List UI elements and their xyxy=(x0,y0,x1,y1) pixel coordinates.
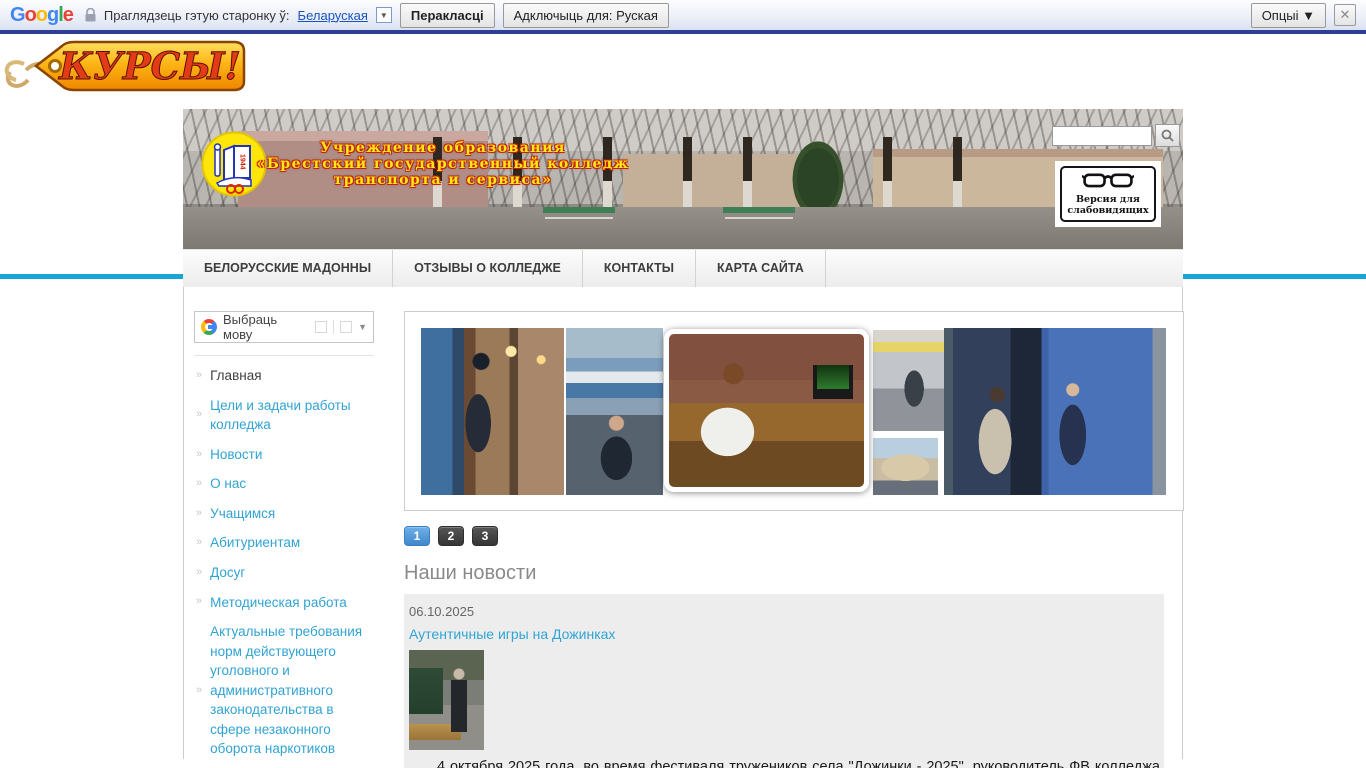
news-item: 06.10.2025 Аутентичные игры на Дожинках … xyxy=(404,594,1164,768)
main-navigation: БЕЛОРУССКИЕ МАДОННЫ ОТЗЫВЫ О КОЛЛЕДЖЕ КО… xyxy=(183,249,1183,287)
tree-trunk xyxy=(743,137,752,217)
bullet-icon: » xyxy=(196,408,203,421)
college-title: Учреждение образования «Брестский госуда… xyxy=(223,140,663,188)
search-button[interactable] xyxy=(1155,124,1180,147)
language-selector-box1 xyxy=(315,321,328,333)
sidebar-item-label: Методическая работа xyxy=(210,594,347,610)
sidebar-item-label: Актуальные требования норм действующего … xyxy=(210,624,363,757)
low-vision-button[interactable]: Версия для слабовидящих xyxy=(1055,161,1161,227)
bullet-icon: » xyxy=(196,595,203,608)
bullet-icon: » xyxy=(196,368,203,381)
bullet-icon: » xyxy=(196,506,203,519)
main-column: 1 2 3 Наши новости 06.10.2025 Аутентичны… xyxy=(404,311,1184,768)
translate-bar-right: Опцыі ▼ ✕ xyxy=(1250,2,1356,28)
college-title-line2: «Брестский государственный колледж xyxy=(256,156,630,172)
sidebar-item-label: О нас xyxy=(210,476,247,492)
header-photo: 1944 Учреждение образования «Брестский г… xyxy=(183,109,1183,249)
translate-bar-left: Google Праглядзець гэтую старонку ў: Бел… xyxy=(10,2,669,28)
bench xyxy=(543,207,615,213)
svg-text:КУРСЫ!: КУРСЫ! xyxy=(58,44,241,88)
sidebar-item-novosti[interactable]: » Новости xyxy=(194,440,374,470)
sidebar-item-celi-i-zadachi[interactable]: » Цели и задачи работы колледжа xyxy=(194,391,374,440)
page-button-1[interactable]: 1 xyxy=(404,526,430,546)
news-thumbnail[interactable] xyxy=(409,650,484,750)
nav-item-belorusskie-madonny[interactable]: БЕЛОРУССКИЕ МАДОННЫ xyxy=(183,250,394,287)
carousel-photo-station-building[interactable] xyxy=(873,438,938,495)
sidebar-item-label: Главная xyxy=(210,368,262,383)
carousel-photo-conductor-checking-tickets[interactable] xyxy=(944,328,1166,495)
sidebar-item-label: Учащимся xyxy=(210,505,276,521)
sidebar-item-ideologiya[interactable]: »Идеология и воспитание xyxy=(194,764,374,768)
sidebar-item-dosug[interactable]: » Досуг xyxy=(194,558,374,588)
sidebar-item-label: Цели и задачи работы колледжа xyxy=(210,397,351,433)
tree-trunk xyxy=(683,137,692,217)
low-vision-frame: Версия для слабовидящих xyxy=(1060,166,1156,222)
search-icon xyxy=(1161,129,1174,142)
close-translate-bar-button[interactable]: ✕ xyxy=(1334,4,1356,26)
photo-collage xyxy=(421,328,1167,495)
carousel-pagination: 1 2 3 xyxy=(404,526,1184,546)
low-vision-label-line1: Версия для xyxy=(1076,194,1140,205)
logo-band: КУРСЫ! xyxy=(0,34,1366,109)
college-title-line3: транспорта и сервиса» xyxy=(333,172,553,188)
glasses-icon xyxy=(1081,173,1135,188)
sidebar-item-o-nas[interactable]: » О нас xyxy=(194,469,374,499)
language-dropdown[interactable]: ▼ xyxy=(375,7,392,23)
carousel-photo-conductor-in-train-car[interactable] xyxy=(421,328,564,495)
nav-band: БЕЛОРУССКИЕ МАДОННЫ ОТЗЫВЫ О КОЛЛЕДЖЕ КО… xyxy=(0,249,1366,287)
language-link[interactable]: Беларуская xyxy=(298,8,368,23)
google-g-icon xyxy=(201,319,217,335)
news-heading: Наши новости xyxy=(404,562,537,584)
kursy-tag-logo[interactable]: КУРСЫ! xyxy=(0,34,252,98)
sidebar-item-label: Новости xyxy=(210,446,263,462)
low-vision-label-line2: слабовидящих xyxy=(1067,205,1149,216)
translate-message: Праглядзець гэтую старонку ў: xyxy=(103,7,290,23)
content: Выбраць мову ▼ » Главная » Цели и задачи р… xyxy=(183,287,1184,768)
options-button[interactable]: Опцыі ▼ xyxy=(1250,2,1326,28)
bench xyxy=(723,207,795,213)
google-translate-bar: Google Праглядзець гэтую старонку ў: Бел… xyxy=(0,0,1366,34)
tree-trunk xyxy=(953,137,962,217)
sidebar-item-uchashchimsya[interactable]: » Учащимся xyxy=(194,499,374,529)
tree-trunk xyxy=(883,137,892,217)
search-input[interactable] xyxy=(1052,126,1152,146)
photo-carousel xyxy=(404,311,1184,511)
masthead-wrap: 1944 Учреждение образования «Брестский г… xyxy=(183,109,1183,249)
sidebar-item-abiturientam[interactable]: » Абитуриентам xyxy=(194,528,374,558)
nav-item-kontakty[interactable]: КОНТАКТЫ xyxy=(583,250,696,287)
bullet-icon: » xyxy=(196,447,203,460)
disable-translate-button[interactable]: Адключыць для: Руская xyxy=(502,2,669,28)
language-selector-label: Выбраць мову xyxy=(223,312,278,342)
language-selector-divider xyxy=(333,320,335,334)
nav-filler xyxy=(826,250,1183,287)
carousel-photo-ticket-office-clerk[interactable] xyxy=(664,329,869,492)
sidebar-item-glavnaya[interactable]: » Главная xyxy=(194,361,374,391)
chevron-down-icon: ▼ xyxy=(358,322,367,332)
bullet-icon: » xyxy=(196,565,203,578)
pavement xyxy=(183,207,1183,249)
college-title-line1: Учреждение образования xyxy=(320,140,566,156)
bullet-icon: » xyxy=(196,477,203,490)
sidebar: Выбраць мову ▼ » Главная » Цели и задачи р… xyxy=(194,311,374,759)
page-button-3[interactable]: 3 xyxy=(472,526,498,546)
bullet-icon: » xyxy=(196,536,203,549)
sidebar-menu: » Главная » Цели и задачи работы колледжа … xyxy=(194,355,374,768)
bullet-icon: » xyxy=(196,683,203,696)
sidebar-item-label: Досуг xyxy=(210,564,246,580)
lock-icon xyxy=(85,8,96,22)
news-date: 06.10.2025 xyxy=(409,604,475,619)
nav-item-otzyvy[interactable]: ОТЗЫВЫ О КОЛЛЕДЖЕ xyxy=(393,250,583,287)
sidebar-item-label: Абитуриентам xyxy=(210,535,301,551)
carousel-photo-students-at-station[interactable] xyxy=(566,328,663,495)
nav-item-karta-sajta[interactable]: КАРТА САЙТА xyxy=(696,250,826,287)
page-button-2[interactable]: 2 xyxy=(438,526,464,546)
sidebar-item-aktualnye-trebovaniya[interactable]: » Актуальные требования норм действующего… xyxy=(194,617,374,764)
google-logo: Google xyxy=(10,3,74,26)
news-title-link[interactable]: Аутентичные игры на Дожинках xyxy=(409,626,1162,642)
translate-button[interactable]: Перакласці xyxy=(399,2,495,28)
news-excerpt: 4 октября 2025 года, во время фестиваля … xyxy=(437,759,1160,768)
language-selector[interactable]: Выбраць мову ▼ xyxy=(194,311,374,343)
sidebar-item-metodicheskaya-rabota[interactable]: » Методическая работа xyxy=(194,588,374,618)
language-selector-box2 xyxy=(340,321,353,333)
